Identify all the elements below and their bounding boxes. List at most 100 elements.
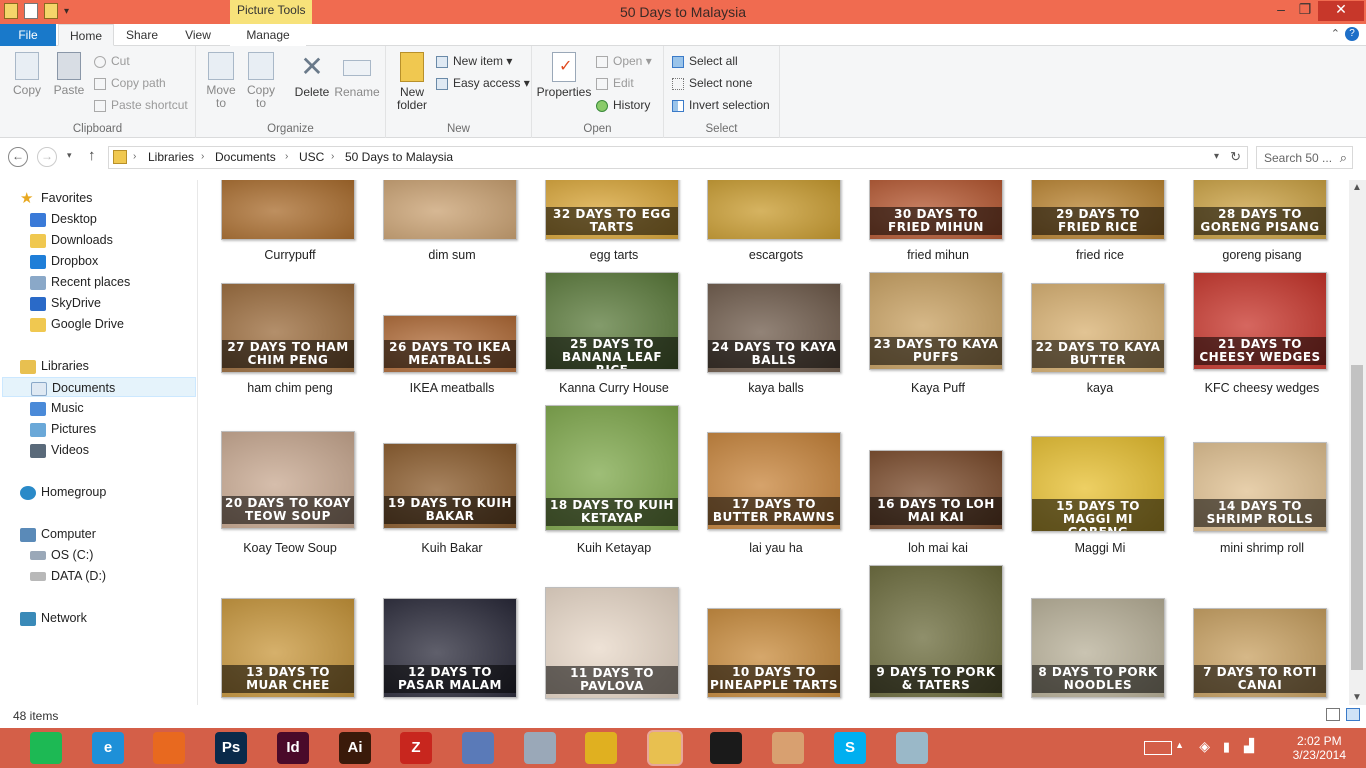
firefox-icon[interactable] [153,732,185,764]
scroll-up-icon[interactable]: ▲ [1352,182,1362,193]
nav-recent-places[interactable]: Recent places [30,272,130,292]
paste-shortcut-button[interactable]: Paste shortcut [94,96,188,114]
media-app-icon[interactable] [462,732,494,764]
spotify-icon[interactable] [30,732,62,764]
copy-to-button[interactable]: Copy to [244,52,278,110]
copy-button[interactable]: Copy [8,52,46,97]
file-item[interactable]: 8 DAYS TO PORK NOODLES [1020,180,1180,705]
chrome-icon[interactable] [585,732,617,764]
move-to-button[interactable]: Move to [204,52,238,110]
nav-music[interactable]: Music [30,398,84,418]
scroll-down-icon[interactable]: ▼ [1352,692,1362,703]
address-dropdown-icon[interactable]: ▾ [1214,151,1219,162]
maximize-button[interactable]: ❐ [1292,1,1318,21]
nav-skydrive[interactable]: SkyDrive [30,293,101,313]
back-button[interactable]: ← [8,147,28,167]
forward-button[interactable]: → [37,147,57,167]
image-thumbnail[interactable]: 11 DAYS TO PAVLOVA [545,587,679,699]
chat-app-icon[interactable] [710,732,742,764]
chevron-right-icon[interactable]: › [285,151,288,162]
image-thumbnail[interactable]: 9 DAYS TO PORK & TATERS [869,565,1003,698]
breadcrumb[interactable]: › Libraries › Documents › USC › 50 Days … [108,146,1248,169]
illustrator-icon[interactable]: Ai [339,732,371,764]
keyboard-icon[interactable] [1144,741,1172,755]
help-icon[interactable]: ? [1345,27,1359,41]
tab-manage[interactable]: Manage [230,24,306,46]
delete-button[interactable]: ✕ Delete [292,52,332,99]
notepad-icon[interactable] [896,732,928,764]
copy-path-button[interactable]: Copy path [94,74,166,92]
paste-button[interactable]: Paste [50,52,88,97]
vertical-scrollbar[interactable]: ▲ ▼ [1349,180,1366,705]
indesign-icon[interactable]: Id [277,732,309,764]
up-arrow-icon[interactable]: ↑ [88,147,96,164]
select-all-button[interactable]: Select all [672,52,738,70]
nav-network[interactable]: Network [20,608,87,628]
refresh-icon[interactable]: ↻ [1230,149,1241,165]
image-thumbnail[interactable]: 12 DAYS TO PASAR MALAM [383,598,517,698]
crumb-usc[interactable]: USC [299,150,324,164]
crumb-libraries[interactable]: Libraries [148,150,194,164]
ribbon-collapse-icon[interactable]: ⌃ [1331,27,1340,40]
nav-computer[interactable]: Computer [20,524,96,544]
large-icons-view-icon[interactable] [1346,708,1360,721]
file-item[interactable]: 7 DAYS TO ROTI CANAI [1182,180,1342,705]
select-none-button[interactable]: Select none [672,74,752,92]
search-input[interactable]: Search 50 ... ⌕ [1256,146,1353,169]
invert-selection-button[interactable]: Invert selection [672,96,770,114]
nav-videos[interactable]: Videos [30,440,89,460]
properties-button[interactable]: ✓ Properties [536,52,592,99]
crumb-documents[interactable]: Documents [215,150,276,164]
nav-downloads[interactable]: Downloads [30,230,113,250]
photoshop-icon[interactable]: Ps [215,732,247,764]
z-app-icon[interactable]: Z [400,732,432,764]
file-explorer-icon[interactable] [647,730,683,766]
internet-explorer-icon[interactable]: e [92,732,124,764]
file-item[interactable]: 11 DAYS TO PAVLOVA [534,180,694,705]
nav-pictures[interactable]: Pictures [30,419,96,439]
cut-button[interactable]: Cut [94,52,130,70]
skype-icon[interactable]: S [834,732,866,764]
details-view-icon[interactable] [1326,708,1340,721]
easy-access-button[interactable]: Easy access ▾ [436,74,530,92]
crumb-current-folder[interactable]: 50 Days to Malaysia [345,150,453,164]
clock[interactable]: 2:02 PM 3/23/2014 [1293,734,1346,762]
edit-button[interactable]: Edit [596,74,634,92]
shield-icon[interactable]: ◈ [1199,738,1210,755]
chevron-right-icon[interactable]: › [331,151,334,162]
chevron-right-icon[interactable]: › [133,151,136,162]
nav-homegroup[interactable]: Homegroup [20,482,106,502]
image-thumbnail[interactable]: 13 DAYS TO MUAR CHEE [221,598,355,698]
nav-documents[interactable]: Documents [2,377,196,397]
tray-expand-icon[interactable]: ▲ [1175,740,1184,750]
nav-libraries[interactable]: Libraries [20,356,89,376]
new-item-button[interactable]: New item ▾ [436,52,512,70]
nav-google-drive[interactable]: Google Drive [30,314,124,334]
wifi-signal-icon[interactable]: ▟ [1244,738,1254,754]
nav-dropbox[interactable]: Dropbox [30,251,98,271]
battery-icon[interactable]: ▮ [1223,739,1230,755]
nav-os-drive[interactable]: OS (C:) [30,545,93,565]
file-item[interactable]: 12 DAYS TO PASAR MALAM [372,180,532,705]
file-item[interactable]: 13 DAYS TO MUAR CHEE [210,180,370,705]
calculator-icon[interactable] [524,732,556,764]
tab-file[interactable]: File [0,24,56,46]
minimize-button[interactable]: – [1268,1,1294,21]
file-item[interactable]: 10 DAYS TO PINEAPPLE TARTS [696,180,856,705]
image-thumbnail[interactable]: 8 DAYS TO PORK NOODLES [1031,598,1165,698]
file-item[interactable]: 9 DAYS TO PORK & TATERS [858,180,1018,705]
nav-desktop[interactable]: Desktop [30,209,97,229]
search-icon[interactable]: ⌕ [1340,150,1347,166]
tab-home[interactable]: Home [58,24,114,46]
image-thumbnail[interactable]: 7 DAYS TO ROTI CANAI [1193,608,1327,698]
new-folder-button[interactable]: New folder [392,52,432,112]
tab-share[interactable]: Share [116,24,168,46]
scrollbar-thumb[interactable] [1351,365,1363,670]
paint-icon[interactable] [772,732,804,764]
open-button[interactable]: Open ▾ [596,52,652,70]
tab-view[interactable]: View [172,24,224,46]
rename-button[interactable]: Rename [334,52,380,99]
recent-locations-icon[interactable]: ▾ [67,150,72,161]
nav-favorites[interactable]: ★ Favorites [20,188,92,208]
close-button[interactable]: ✕ [1318,1,1364,21]
